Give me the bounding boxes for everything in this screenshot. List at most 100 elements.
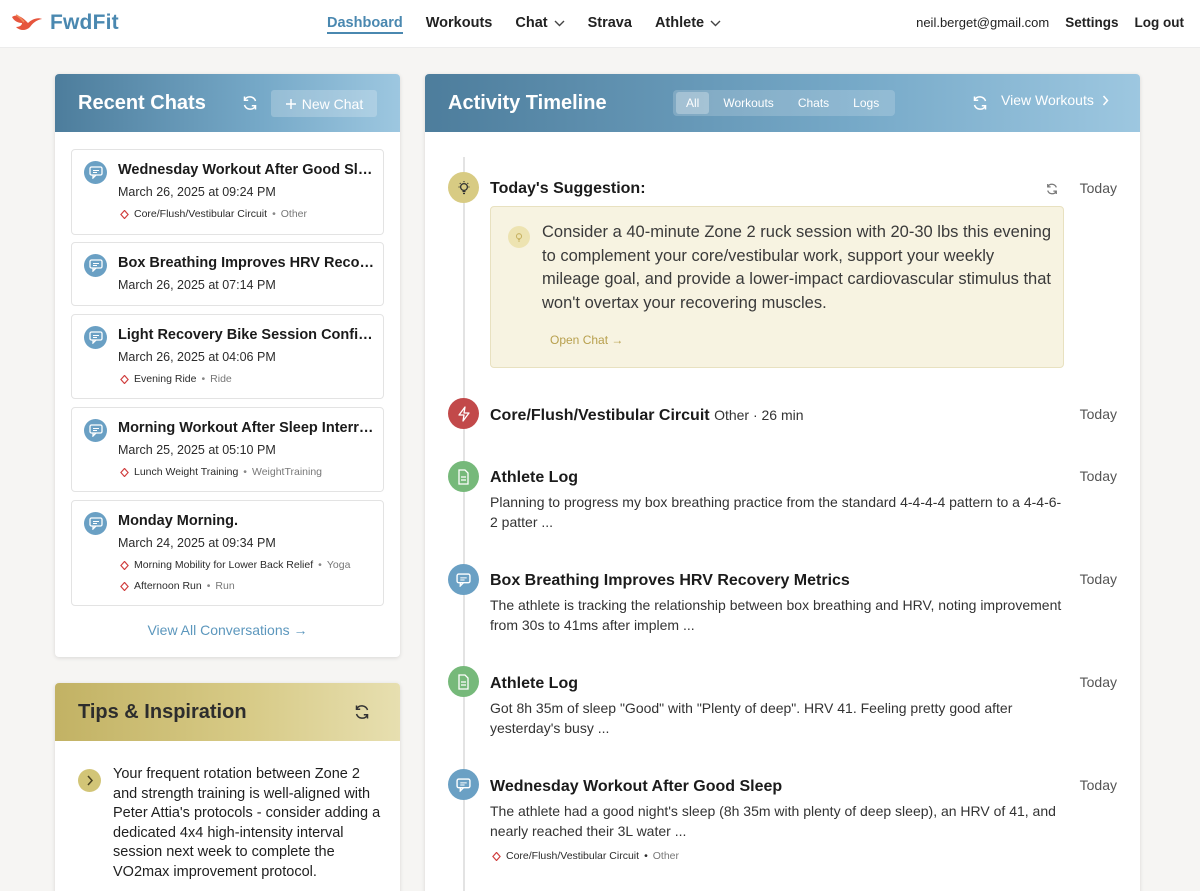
timeline-entry-title[interactable]: Athlete Log <box>490 675 578 693</box>
workout-title: Core/Flush/Vestibular Circuit <box>490 407 710 424</box>
refresh-icon[interactable] <box>353 703 371 721</box>
timestamp: Today <box>1079 180 1117 196</box>
workout-tag-name: Afternoon Run <box>134 580 202 592</box>
chat-bubble-icon <box>448 769 479 800</box>
timeline-entry-title[interactable]: Core/Flush/Vestibular Circuit Other · 26… <box>490 407 804 425</box>
document-icon <box>448 461 479 492</box>
chevron-down-icon <box>710 20 721 26</box>
chat-title: Box Breathing Improves HRV Recovery Metr… <box>118 255 375 271</box>
chat-date: March 26, 2025 at 04:06 PM <box>118 350 276 364</box>
suggestion-title: Today's Suggestion: <box>490 180 646 197</box>
view-workouts-link[interactable]: View Workouts <box>1001 92 1109 108</box>
chat-list-item[interactable]: Box Breathing Improves HRV Recovery Metr… <box>71 242 384 306</box>
refresh-icon[interactable] <box>241 94 259 112</box>
nav-strava[interactable]: Strava <box>588 0 632 46</box>
chat-bubble-icon <box>84 161 107 184</box>
timestamp: Today <box>1079 674 1117 690</box>
settings-link[interactable]: Settings <box>1065 15 1118 30</box>
nav-athlete[interactable]: Athlete <box>655 0 721 46</box>
filter-logs[interactable]: Logs <box>843 92 889 114</box>
strava-icon <box>120 467 129 477</box>
strava-icon <box>120 581 129 591</box>
workout-tag[interactable]: Core/Flush/Vestibular Circuit • Other <box>120 208 307 220</box>
refresh-icon[interactable] <box>1045 182 1059 196</box>
chat-title: Wednesday Workout After Good Sleep <box>118 162 375 178</box>
workout-tag-type: WeightTraining <box>251 466 323 478</box>
timeline-entry-body: Got 8h 35m of sleep "Good" with "Plenty … <box>490 700 1013 736</box>
tips-title: Tips & Inspiration <box>78 700 247 723</box>
chat-list-item[interactable]: Monday Morning. March 24, 2025 at 09:34 … <box>71 500 384 606</box>
chat-bubble-icon <box>84 254 107 277</box>
chat-date: March 25, 2025 at 05:10 PM <box>118 443 276 457</box>
recent-chats-title: Recent Chats <box>78 91 206 114</box>
strava-icon <box>120 374 129 384</box>
timeline-filter-group: All Workouts Chats Logs <box>673 90 895 116</box>
nav-workouts-label: Workouts <box>425 15 493 31</box>
timeline-entry-title[interactable]: Wednesday Workout After Good Sleep <box>490 778 782 796</box>
user-email: neil.berget@gmail.com <box>916 14 1050 30</box>
filter-chats[interactable]: Chats <box>788 92 839 114</box>
chat-date: March 24, 2025 at 09:34 PM <box>118 536 276 550</box>
workout-tag-name: Core/Flush/Vestibular Circuit <box>134 208 268 220</box>
chat-bubble-icon <box>448 564 479 595</box>
recent-chats-header: Recent Chats New Chat <box>55 74 400 132</box>
filter-workouts[interactable]: Workouts <box>713 92 783 114</box>
strava-icon <box>120 209 129 219</box>
timeline-entry-title[interactable]: Athlete Log <box>490 469 578 487</box>
new-chat-label: New Chat <box>301 95 364 112</box>
workout-tag[interactable]: Evening Ride • Ride <box>120 373 232 385</box>
timeline-entry-body: The athlete had a good night's sleep (8h… <box>490 803 1056 839</box>
nav-dashboard[interactable]: Dashboard <box>327 0 403 46</box>
chat-date: March 26, 2025 at 07:14 PM <box>118 278 276 292</box>
chat-list-item[interactable]: Light Recovery Bike Session Confirmed Ma… <box>71 314 384 399</box>
activity-timeline-card: Activity Timeline All Workouts Chats Log… <box>425 74 1140 891</box>
recent-chats-card: Recent Chats New Chat Wednesday Workout … <box>55 74 400 657</box>
workout-tag-type: Run <box>215 580 235 592</box>
workout-tag[interactable]: Afternoon Run • Run <box>120 580 235 592</box>
brand-logo[interactable]: FwdFit <box>10 8 119 38</box>
chat-title: Light Recovery Bike Session Confirmed <box>118 327 375 343</box>
tips-card: Tips & Inspiration Your frequent rotatio… <box>55 683 400 891</box>
timestamp: Today <box>1079 406 1117 422</box>
activity-timeline-title: Activity Timeline <box>448 91 607 114</box>
workout-tag-type: Other <box>280 208 308 220</box>
logout-link[interactable]: Log out <box>1135 15 1184 30</box>
refresh-icon[interactable] <box>971 94 989 112</box>
workout-tag[interactable]: Lunch Weight Training • WeightTraining <box>120 466 322 478</box>
lightning-icon <box>448 398 479 429</box>
nav-account: neil.berget@gmail.com Settings Log out <box>916 0 1184 44</box>
open-chat-link[interactable]: Open Chat → <box>550 333 623 347</box>
workout-tag-name: Morning Mobility for Lower Back Relief <box>134 559 314 571</box>
timestamp: Today <box>1079 777 1117 793</box>
chat-bubble-icon <box>84 419 107 442</box>
plus-icon <box>285 98 296 109</box>
phoenix-logo-icon <box>12 14 42 30</box>
workout-tag-name: Evening Ride <box>134 373 197 385</box>
nav-chat[interactable]: Chat <box>515 0 565 46</box>
workout-tag[interactable]: Morning Mobility for Lower Back Relief •… <box>120 559 350 571</box>
timeline-entry-body: Planning to progress my box breathing pr… <box>490 494 1062 530</box>
view-all-conversations-link[interactable]: View All Conversations → <box>55 622 400 638</box>
document-icon <box>448 666 479 697</box>
workout-tag-name: Lunch Weight Training <box>134 466 239 478</box>
nav-chat-label: Chat <box>515 15 548 31</box>
filter-all[interactable]: All <box>676 92 710 114</box>
top-nav: FwdFit Dashboard Workouts Chat Strava At… <box>0 0 1200 48</box>
timestamp: Today <box>1079 571 1117 587</box>
view-workouts-label: View Workouts <box>1001 92 1094 108</box>
workout-tag[interactable]: Core/Flush/Vestibular Circuit • Other <box>492 850 679 862</box>
chevron-right-icon <box>78 769 101 792</box>
chat-bubble-icon <box>84 512 107 535</box>
chat-title: Monday Morning. <box>118 513 239 529</box>
new-chat-button[interactable]: New Chat <box>271 90 377 117</box>
tip-text: Your frequent rotation between Zone 2 an… <box>113 766 381 880</box>
workout-tag-type: Ride <box>210 373 232 385</box>
chevron-right-icon <box>1102 95 1109 105</box>
nav-workouts[interactable]: Workouts <box>426 0 493 46</box>
chevron-down-icon <box>554 20 565 26</box>
chat-date: March 26, 2025 at 09:24 PM <box>118 185 276 199</box>
chat-list-item[interactable]: Wednesday Workout After Good Sleep March… <box>71 149 384 235</box>
chat-bubble-icon <box>84 326 107 349</box>
timeline-entry-title[interactable]: Box Breathing Improves HRV Recovery Metr… <box>490 572 850 590</box>
chat-list-item[interactable]: Morning Workout After Sleep Interruption… <box>71 407 384 492</box>
